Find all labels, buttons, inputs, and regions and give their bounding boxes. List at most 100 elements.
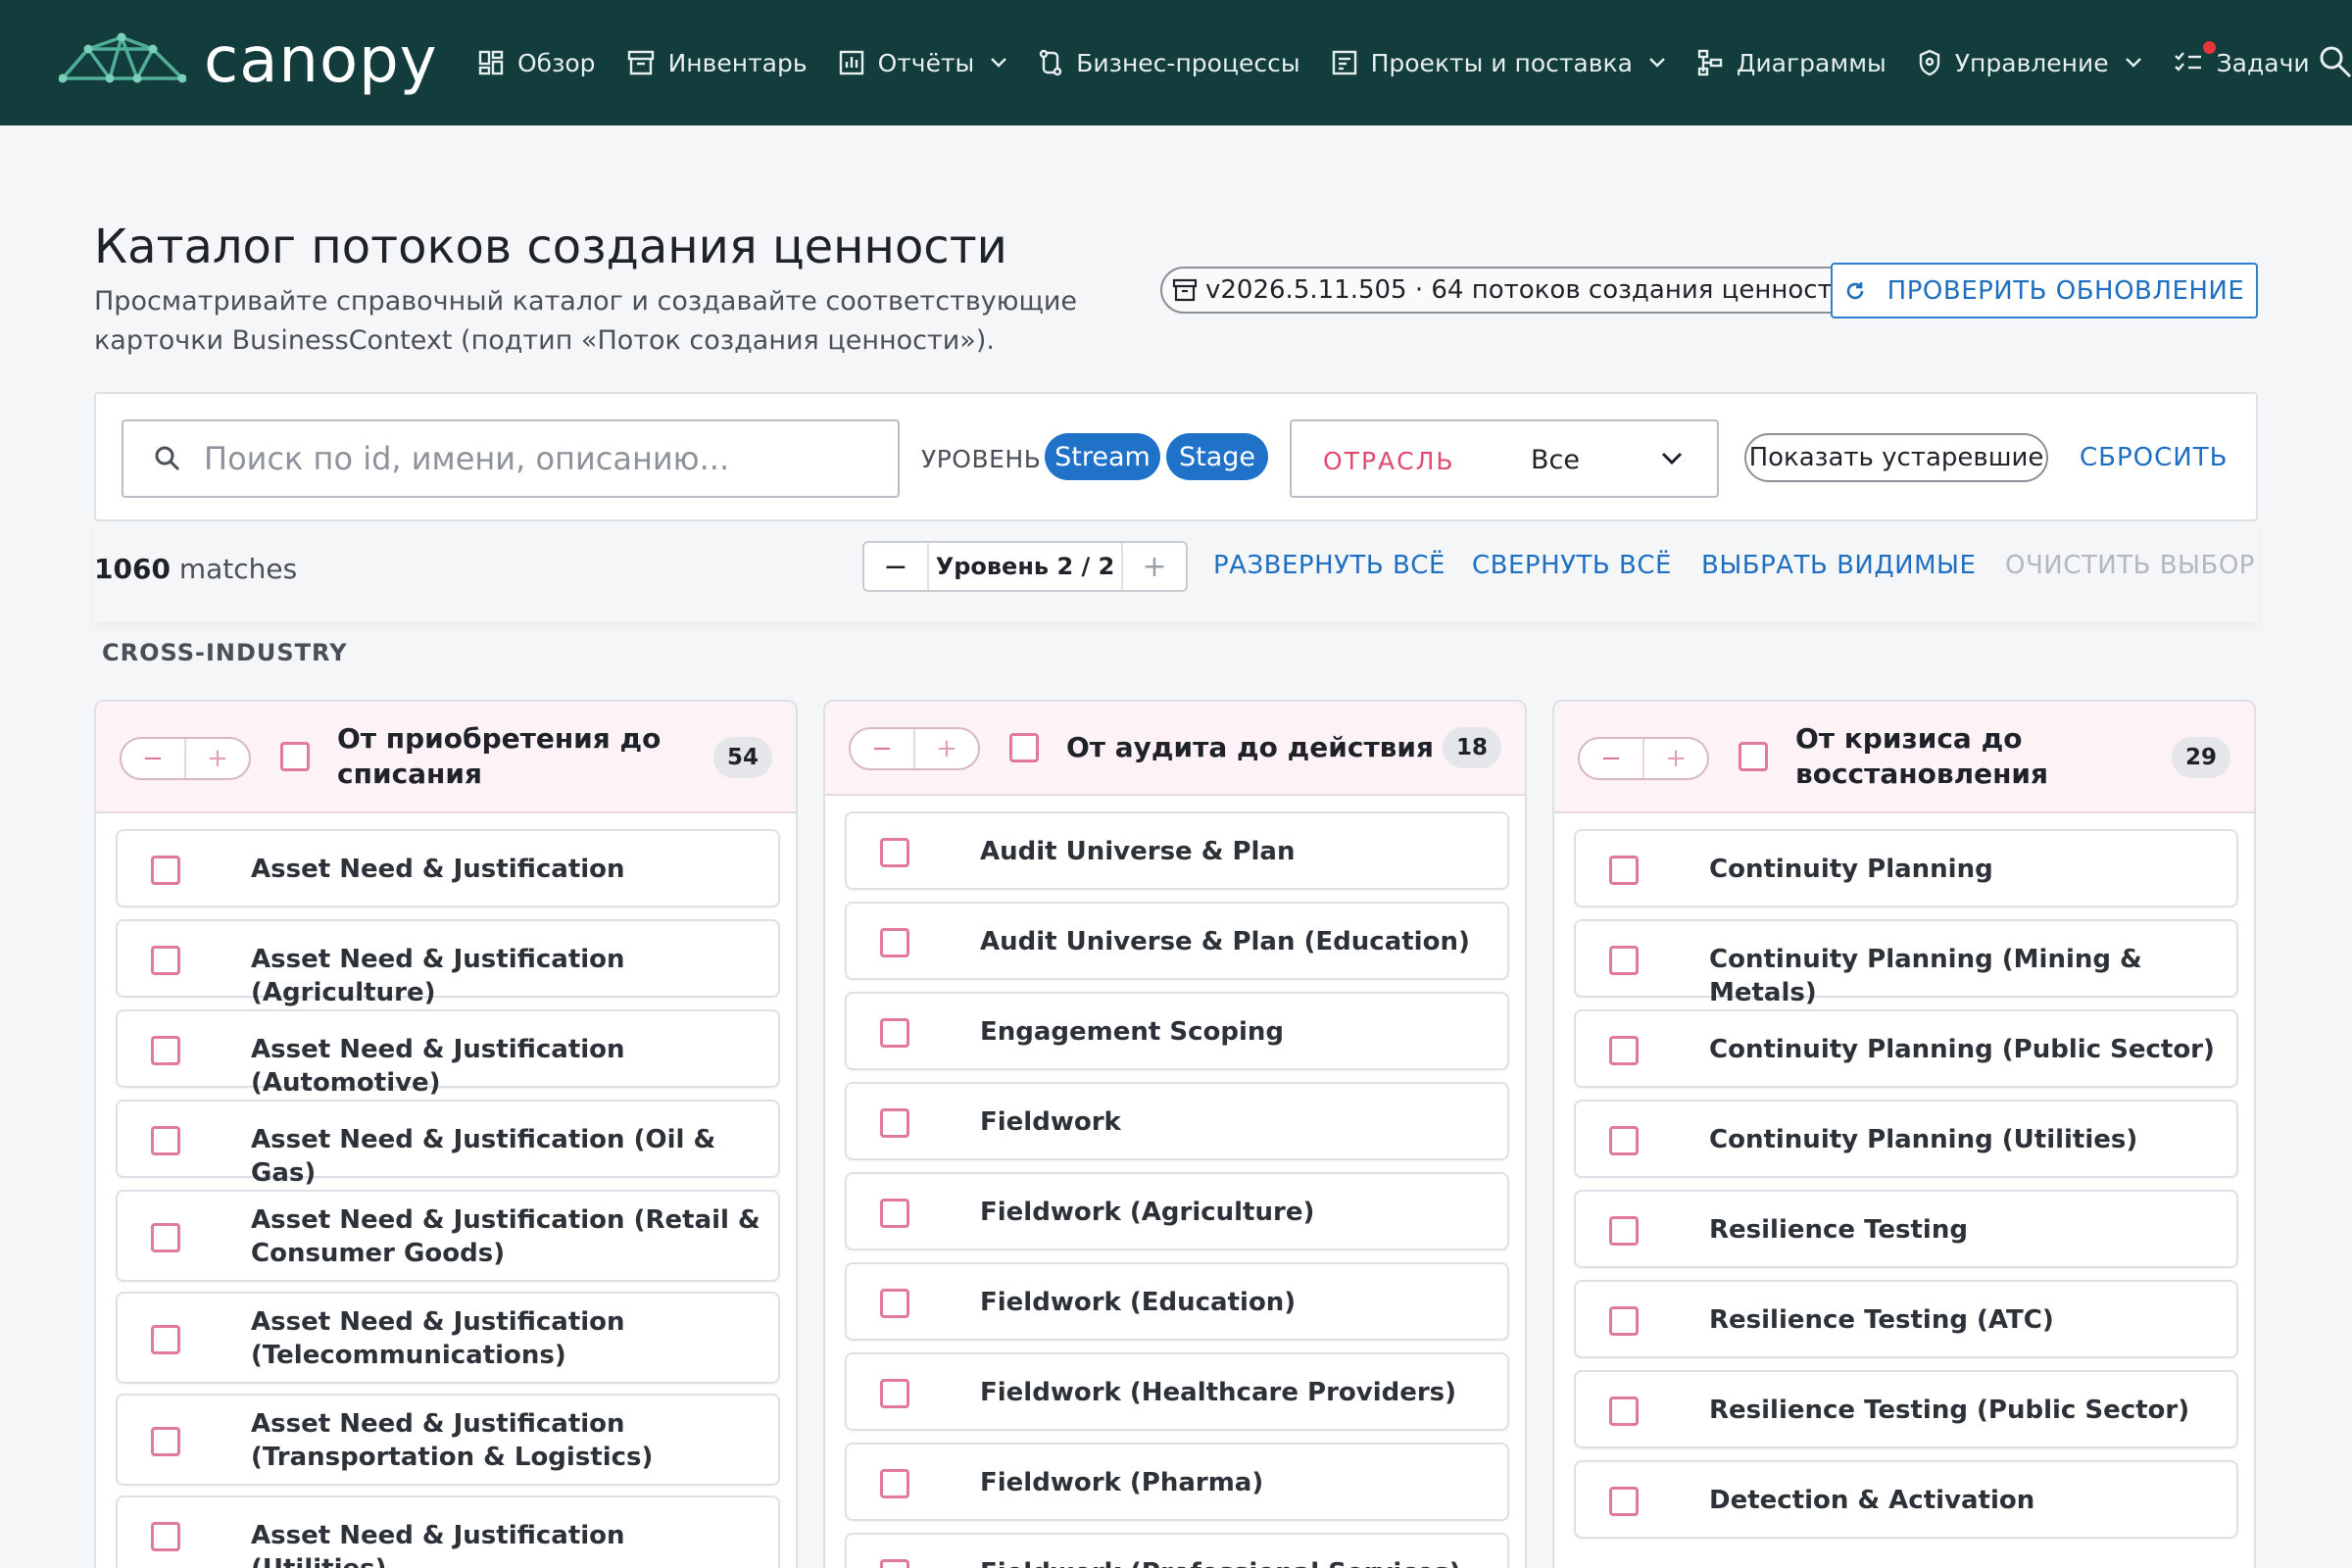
column-collapse-button[interactable]: −	[1580, 739, 1642, 778]
stage-card[interactable]: Continuity Planning	[1574, 829, 2238, 907]
stage-card[interactable]: Asset Need & Justification (Transportati…	[116, 1394, 780, 1486]
stage-checkbox[interactable]	[151, 1427, 180, 1456]
clear-selection-button[interactable]: ОЧИСТИТЬ ВЫБОР	[2005, 551, 2255, 580]
level-increase-button[interactable]: +	[1123, 543, 1186, 590]
stage-card[interactable]: Audit Universe & Plan	[845, 811, 1509, 890]
stage-card[interactable]: Asset Need & Justification	[116, 829, 780, 907]
stage-checkbox[interactable]	[151, 1126, 180, 1155]
stage-checkbox[interactable]	[1609, 856, 1639, 885]
stage-checkbox[interactable]	[151, 946, 180, 975]
stage-card[interactable]: Fieldwork (Pharma)	[845, 1443, 1509, 1521]
expand-all-button[interactable]: РАЗВЕРНУТЬ ВСЁ	[1213, 551, 1446, 580]
show-deprecated-toggle[interactable]: Показать устаревшие	[1744, 433, 2048, 482]
nav-item-business-processes-label: Бизнес-процессы	[1076, 48, 1300, 77]
stage-card[interactable]: Asset Need & Justification (Retail & Con…	[116, 1190, 780, 1282]
column-expand-button[interactable]: +	[913, 729, 978, 768]
stage-checkbox[interactable]	[1609, 946, 1639, 975]
stage-card[interactable]: Engagement Scoping	[845, 992, 1509, 1070]
stage-name: Continuity Planning (Mining & Metals)	[1709, 945, 2142, 1007]
catalog-version-chip: v2026.5.11.505 · 64 потоков создания цен…	[1160, 267, 1867, 314]
stage-card[interactable]: Resilience Testing (Public Sector)	[1574, 1370, 2238, 1448]
stage-checkbox[interactable]	[880, 928, 909, 957]
catalog-search-box[interactable]	[122, 419, 900, 498]
stage-card[interactable]: Continuity Planning (Public Sector)	[1574, 1009, 2238, 1088]
stage-checkbox[interactable]	[151, 1325, 180, 1354]
reset-filters-button[interactable]: СБРОСИТЬ	[2080, 443, 2228, 472]
select-visible-button[interactable]: ВЫБРАТЬ ВИДИМЫЕ	[1701, 551, 1976, 580]
global-search-button[interactable]	[2319, 45, 2352, 82]
stage-card[interactable]: Asset Need & Justification (Oil & Gas)	[116, 1100, 780, 1188]
stage-card[interactable]: Fieldwork (Agriculture)	[845, 1172, 1509, 1250]
stage-checkbox[interactable]	[1609, 1036, 1639, 1065]
stage-card[interactable]: Resilience Testing	[1574, 1190, 2238, 1268]
stage-checkbox[interactable]	[1609, 1396, 1639, 1426]
stage-name: Fieldwork	[980, 1107, 1121, 1137]
stage-card[interactable]: Fieldwork	[845, 1082, 1509, 1160]
level-stepper: − Уровень 2 / 2 +	[862, 541, 1188, 592]
stage-checkbox[interactable]	[1609, 1126, 1639, 1155]
stage-name: Asset Need & Justification (Automotive)	[251, 1035, 625, 1098]
main-menu: Обзор Инвентарь Отчёты Бизнес-процессы П…	[478, 0, 2341, 125]
stage-checkbox[interactable]	[151, 1036, 180, 1065]
nav-item-reports[interactable]: Отчёты	[839, 49, 1008, 77]
column-expand-button[interactable]: +	[1642, 739, 1707, 778]
value-stream-column: − + От кризиса до восстановления 29 Cont…	[1552, 700, 2256, 1568]
stage-card[interactable]: Fieldwork (Education)	[845, 1262, 1509, 1341]
stage-checkbox[interactable]	[1609, 1487, 1639, 1516]
match-count: 1060 matches	[94, 553, 297, 585]
stage-checkbox[interactable]	[880, 1108, 909, 1138]
column-expand-button[interactable]: +	[184, 739, 249, 778]
stage-checkbox[interactable]	[151, 856, 180, 885]
stage-checkbox[interactable]	[1609, 1306, 1639, 1336]
shield-icon	[1919, 49, 1939, 76]
stage-card[interactable]: Asset Need & Justification (Agriculture)	[116, 919, 780, 1007]
stage-checkbox[interactable]	[880, 1469, 909, 1498]
column-collapse-button[interactable]: −	[851, 729, 913, 768]
stage-checkbox[interactable]	[880, 1289, 909, 1318]
stage-card[interactable]: Asset Need & Justification (Utilities)	[116, 1495, 780, 1568]
check-update-button[interactable]: ПРОВЕРИТЬ ОБНОВЛЕНИЕ	[1831, 263, 2258, 318]
stage-card[interactable]: Continuity Planning (Utilities)	[1574, 1100, 2238, 1178]
nav-item-overview[interactable]: Обзор	[478, 49, 596, 77]
level-chip-stream[interactable]: Stream	[1045, 433, 1160, 480]
column-count-badge: 54	[713, 737, 772, 778]
stage-card[interactable]: Asset Need & Justification (Automotive)	[116, 1009, 780, 1098]
level-decrease-button[interactable]: −	[864, 543, 927, 590]
filter-panel: УРОВЕНЬ Stream Stage ОТРАСЛЬ Все Показат…	[94, 392, 2258, 521]
stage-checkbox[interactable]	[880, 838, 909, 867]
collapse-all-button[interactable]: СВЕРНУТЬ ВСЁ	[1472, 551, 1672, 580]
canopy-logo[interactable]: canopy	[59, 29, 438, 92]
stage-checkbox[interactable]	[880, 1379, 909, 1408]
stage-card[interactable]: Fieldwork (Healthcare Providers)	[845, 1352, 1509, 1431]
stage-name: Resilience Testing	[1709, 1215, 1968, 1245]
catalog-search-input[interactable]	[204, 440, 831, 477]
stage-card[interactable]: Detection & Activation	[1574, 1460, 2238, 1539]
industry-select[interactable]: ОТРАСЛЬ Все	[1290, 419, 1719, 498]
stage-checkbox[interactable]	[880, 1018, 909, 1048]
stage-card[interactable]: Resilience Testing (ATC)	[1574, 1280, 2238, 1358]
stage-checkbox[interactable]	[151, 1522, 180, 1551]
column-select-checkbox[interactable]	[1009, 733, 1039, 762]
nav-item-projects-delivery[interactable]: Проекты и поставка	[1332, 49, 1666, 77]
column-collapse-button[interactable]: −	[122, 739, 184, 778]
stage-checkbox[interactable]	[1609, 1216, 1639, 1246]
column-select-checkbox[interactable]	[280, 742, 310, 771]
stage-checkbox[interactable]	[880, 1559, 909, 1568]
nav-item-governance[interactable]: Управление	[1918, 49, 2142, 77]
stage-card[interactable]: Fieldwork (Professional Services)	[845, 1533, 1509, 1568]
stage-card[interactable]: Asset Need & Justification (Telecommunic…	[116, 1292, 780, 1384]
stage-card[interactable]: Continuity Planning (Mining & Metals)	[1574, 919, 2238, 1007]
column-select-checkbox[interactable]	[1739, 742, 1768, 771]
level-chip-stage[interactable]: Stage	[1166, 433, 1268, 480]
nav-item-tasks[interactable]: Задачи	[2174, 40, 2310, 77]
stage-checkbox[interactable]	[151, 1223, 180, 1252]
industry-select-label: ОТРАСЛЬ	[1323, 447, 1455, 475]
stage-checkbox[interactable]	[880, 1199, 909, 1228]
page-description: Просматривайте справочный каталог и созд…	[94, 286, 1078, 356]
nav-item-inventory[interactable]: Инвентарь	[627, 49, 808, 77]
nav-item-diagrams[interactable]: Диаграммы	[1697, 49, 1886, 77]
stage-card[interactable]: Audit Universe & Plan (Education)	[845, 902, 1509, 980]
nav-item-business-processes[interactable]: Бизнес-процессы	[1039, 48, 1300, 77]
stage-name: Asset Need & Justification (Oil & Gas)	[251, 1125, 716, 1188]
process-flow-icon	[1040, 49, 1062, 76]
